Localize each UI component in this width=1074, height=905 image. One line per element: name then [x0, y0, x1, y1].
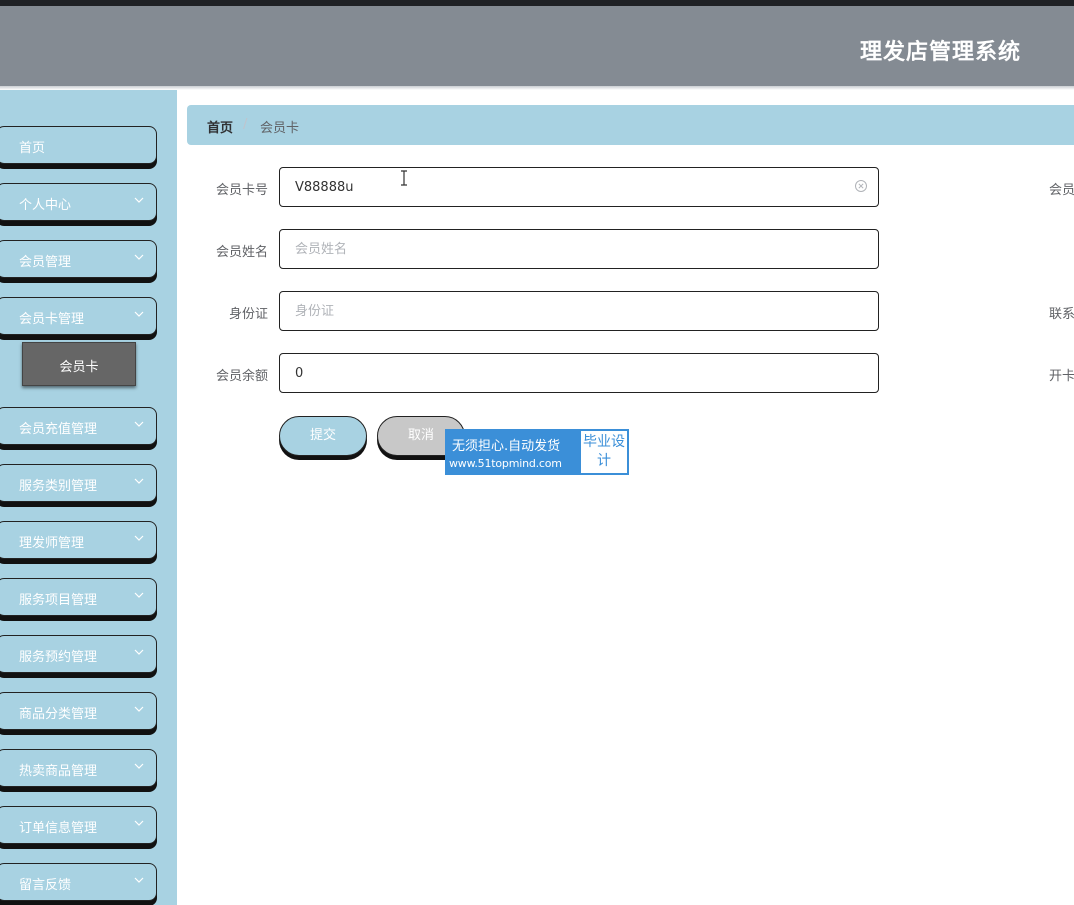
sidebar-item-feedback[interactable]: 留言反馈 — [0, 863, 157, 901]
sidebar-item-personal-center[interactable]: 个人中心 — [0, 183, 157, 221]
chevron-down-icon — [134, 820, 144, 826]
right-field-label: 会员 — [1049, 183, 1074, 198]
sidebar-item-service-category[interactable]: 服务类别管理 — [0, 464, 157, 502]
chevron-down-icon — [134, 421, 144, 427]
clear-icon[interactable] — [854, 179, 868, 193]
card-no-label: 会员卡号 — [215, 183, 268, 198]
sidebar-item-label: 留言反馈 — [19, 878, 72, 893]
sidebar-item-label: 服务类别管理 — [19, 479, 98, 494]
app-title: 理发店管理系统 — [859, 40, 1021, 65]
id-card-input[interactable] — [279, 291, 879, 331]
sidebar-item-hot-products[interactable]: 热卖商品管理 — [0, 749, 157, 787]
submenu-item-label: 会员卡 — [59, 360, 99, 375]
sidebar-item-barber-management[interactable]: 理发师管理 — [0, 521, 157, 559]
chevron-down-icon — [134, 535, 144, 541]
chevron-down-icon — [134, 592, 144, 598]
card-no-input[interactable] — [279, 167, 879, 207]
sidebar-item-appointments[interactable]: 服务预约管理 — [0, 635, 157, 673]
submenu-item-member-card[interactable]: 会员卡 — [22, 342, 136, 386]
chevron-down-icon — [134, 478, 144, 484]
right-field-label: 联系 — [1049, 307, 1074, 322]
sidebar-item-service-items[interactable]: 服务项目管理 — [0, 578, 157, 616]
breadcrumb-home[interactable]: 首页 — [207, 117, 233, 136]
submit-button[interactable]: 提交 — [279, 416, 367, 456]
sidebar-item-card-management[interactable]: 会员卡管理 — [0, 297, 157, 335]
chevron-down-icon — [134, 763, 144, 769]
sidebar-item-recharge-management[interactable]: 会员充值管理 — [0, 407, 157, 445]
breadcrumb-current: 会员卡 — [260, 121, 300, 136]
chevron-down-icon — [134, 311, 144, 317]
name-input[interactable] — [279, 229, 879, 269]
text-cursor-icon — [401, 170, 407, 186]
chevron-down-icon — [134, 197, 144, 203]
chevron-down-icon — [134, 706, 144, 712]
watermark-line1: 无须担心.自动发货 — [452, 439, 561, 454]
id-card-label: 身份证 — [228, 307, 268, 322]
chevron-down-icon — [134, 649, 144, 655]
sidebar-item-label: 会员充值管理 — [19, 422, 98, 437]
right-field-label: 开卡 — [1049, 369, 1074, 384]
chevron-down-icon — [134, 877, 144, 883]
watermark-badge: 无须担心.自动发货 www.51topmind.com 毕业设计 — [445, 429, 629, 475]
chevron-down-icon — [134, 254, 144, 260]
sidebar-item-label: 热卖商品管理 — [19, 764, 98, 779]
sidebar-item-label: 服务预约管理 — [19, 650, 98, 665]
name-label: 会员姓名 — [215, 245, 268, 260]
app-header: 理发店管理系统 — [0, 6, 1074, 86]
sidebar-item-label: 订单信息管理 — [19, 821, 98, 836]
sidebar-item-orders[interactable]: 订单信息管理 — [0, 806, 157, 844]
sidebar-item-label: 会员管理 — [19, 255, 72, 270]
sidebar-item-member-management[interactable]: 会员管理 — [0, 240, 157, 278]
sidebar-item-product-category[interactable]: 商品分类管理 — [0, 692, 157, 730]
sidebar-item-label: 商品分类管理 — [19, 707, 98, 722]
breadcrumb-separator: / — [243, 117, 248, 132]
breadcrumb: 首页 / 会员卡 — [187, 105, 1074, 145]
balance-input[interactable] — [279, 353, 879, 393]
sidebar-item-label: 理发师管理 — [19, 536, 85, 551]
sidebar-item-label: 会员卡管理 — [19, 312, 85, 327]
sidebar-item-home[interactable]: 首页 — [0, 126, 157, 164]
watermark-tag: 毕业设计 — [581, 431, 627, 473]
sidebar-item-label: 首页 — [19, 141, 46, 156]
sidebar-item-label: 个人中心 — [19, 198, 72, 213]
watermark-line2: www.51topmind.com — [449, 457, 562, 470]
balance-label: 会员余额 — [215, 369, 268, 384]
sidebar-item-label: 服务项目管理 — [19, 593, 98, 608]
